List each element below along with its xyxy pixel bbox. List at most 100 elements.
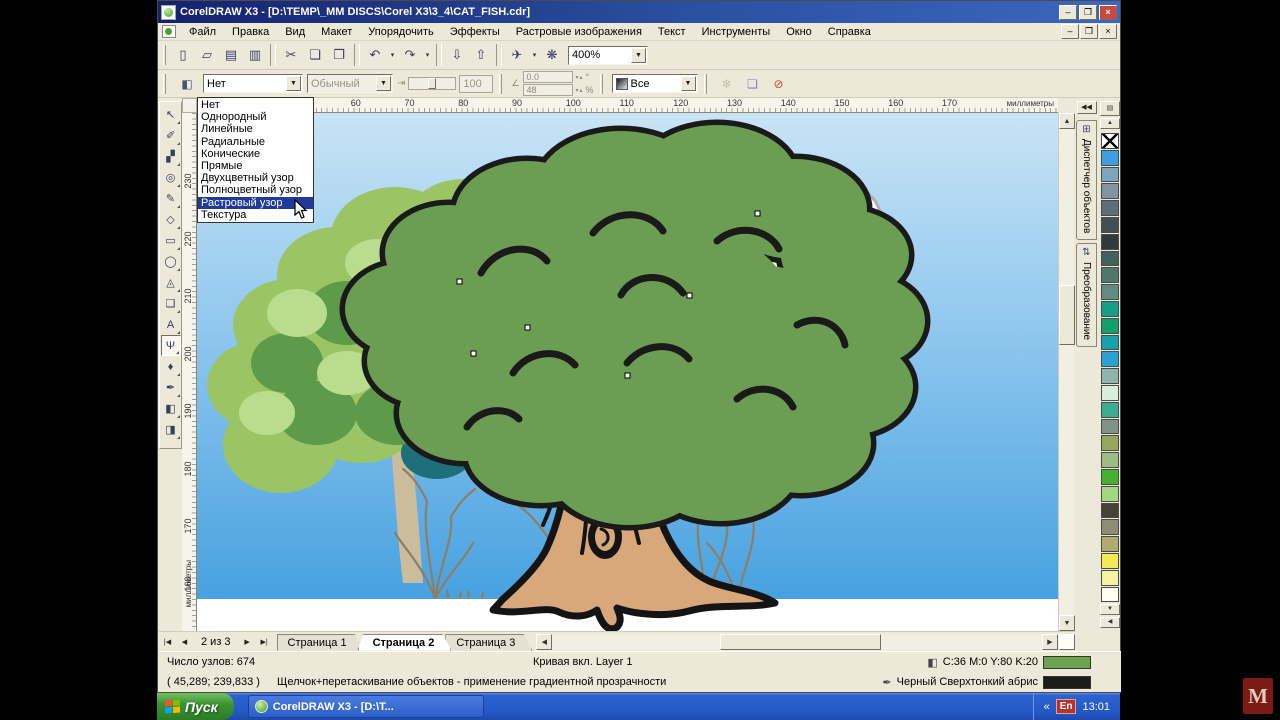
dropdown-item[interactable]: Линейные [198,123,313,135]
menu-item[interactable]: Макет [313,24,360,40]
opacity-field[interactable]: 100 [459,75,493,93]
color-swatch[interactable] [1101,419,1119,435]
restore-button[interactable]: ❐ [1079,5,1097,20]
dropdown-item[interactable]: Радиальные [198,136,313,148]
color-swatch[interactable] [1101,519,1119,535]
color-swatch[interactable] [1101,469,1119,485]
toolbox-tool[interactable]: ❑ [161,293,181,314]
dropdown-item[interactable]: Прямые [198,160,313,172]
mdi-minimize-button[interactable]: – [1061,24,1079,39]
toolbox-tool[interactable]: ✎ [161,188,181,209]
toolbar-button[interactable]: ▤ [219,44,243,67]
palette-options-icon[interactable]: ▤ [1100,101,1120,116]
color-swatch[interactable] [1101,553,1119,569]
freeze-transparency-icon[interactable]: ❄ [716,73,738,95]
close-button[interactable]: × [1099,5,1117,20]
color-swatch[interactable] [1101,301,1119,317]
toolbox-tool[interactable]: ✒ [161,377,181,398]
opacity-slider[interactable] [408,77,456,90]
palette-scroll-down-icon[interactable]: ▼ [1100,604,1120,615]
color-swatch[interactable] [1101,200,1119,216]
toolbox-tool[interactable]: ↖ [161,104,181,125]
toolbox-tool[interactable]: ♦ [161,356,181,377]
edge-pad-field[interactable]: 48 [523,84,573,96]
color-swatch[interactable] [1101,251,1119,267]
color-swatch[interactable] [1101,368,1119,384]
spinner-arrows-icon[interactable]: ▾▴ [575,74,583,81]
toolbar-button[interactable]: ↶ [363,44,387,67]
menu-item[interactable]: Вид [277,24,313,40]
toolbox-tool[interactable]: ◎ [161,167,181,188]
toolbar-button[interactable]: ❏ [303,44,327,67]
color-swatch[interactable] [1101,284,1119,300]
toolbar-button[interactable] [496,44,502,66]
toolbar-button[interactable] [436,44,442,66]
color-swatch[interactable] [1101,217,1119,233]
dropdown-item[interactable]: Полноцветный узор [198,184,313,196]
toolbar-button[interactable]: ▥ [243,44,267,67]
color-swatch[interactable] [1101,587,1119,603]
toolbox-tool[interactable]: ✐ [161,125,181,146]
copy-transparency-icon[interactable]: ❏ [742,73,764,95]
toolbar-grip[interactable] [163,45,166,65]
page-tab[interactable]: Страница 1 [277,634,364,651]
palette-scroll-up-icon[interactable]: ▲ [1100,118,1120,129]
transparency-type-combo[interactable]: Нет ▼ [203,74,303,93]
color-swatch[interactable] [1101,183,1119,199]
zoom-level-combo[interactable]: 400% ▼ [568,46,648,65]
taskbar-task-button[interactable]: CorelDRAW X3 - [D:\T... [248,695,484,718]
toolbox-tool[interactable]: ◨ [161,419,181,440]
scroll-up-icon[interactable]: ▲ [1059,113,1075,129]
toolbox-tool[interactable]: А [161,314,181,335]
color-swatch[interactable] [1101,133,1119,149]
menu-item[interactable]: Инструменты [694,24,779,40]
menu-item[interactable]: Текст [650,24,694,40]
vertical-scrollbar[interactable]: ▲ ▼ [1058,113,1074,631]
dropdown-item[interactable]: Однородный [198,111,313,123]
toolbox-tool[interactable]: Ψ [161,335,181,356]
vertical-ruler[interactable]: 230220210200190180170160 миллиметры [182,113,197,631]
docker-tab[interactable]: ⊞ Диспетчер объектов [1076,120,1097,240]
merge-mode-combo[interactable]: Обычный ▼ [307,74,393,93]
menu-item[interactable]: Правка [224,24,277,40]
apply-to-combo[interactable]: Все ▼ [612,74,698,93]
chevron-down-icon[interactable]: ▼ [681,76,696,91]
toolbar-button[interactable]: ⇧ [469,44,493,67]
last-page-icon[interactable]: ▶| [256,634,273,650]
horizontal-scrollbar[interactable]: ◀ ▶ [536,634,1075,650]
color-swatch[interactable] [1101,402,1119,418]
language-indicator[interactable]: En [1056,699,1077,714]
color-swatch[interactable] [1101,452,1119,468]
chevron-down-icon[interactable]: ▼ [286,76,301,91]
color-swatch[interactable] [1101,335,1119,351]
color-swatch[interactable] [1101,385,1119,401]
toolbar-button[interactable]: ▯ [171,44,195,67]
start-button[interactable]: Пуск [157,693,234,720]
toolbar-button[interactable]: ▾ [529,44,540,67]
menu-item[interactable]: Файл [181,24,224,40]
dropdown-item[interactable]: Конические [198,148,313,160]
docker-collapse-icon[interactable]: ◀◀ [1077,101,1097,114]
spinner-arrows-icon[interactable]: ▾▴ [575,87,583,94]
toolbar-button[interactable]: ⇩ [445,44,469,67]
toolbar-button[interactable] [270,44,276,66]
vscroll-thumb[interactable] [1059,285,1075,345]
toolbar-button[interactable]: ▱ [195,44,219,67]
menu-item[interactable]: Эффекты [442,24,508,40]
dropdown-item[interactable]: Нет [198,99,313,111]
scroll-right-icon[interactable]: ▶ [1042,634,1058,650]
menu-item[interactable]: Растровые изображения [508,24,650,40]
pan-button[interactable] [1059,634,1075,650]
color-swatch[interactable] [1101,150,1119,166]
color-swatch[interactable] [1101,536,1119,552]
hscroll-thumb[interactable] [720,634,882,650]
angle-field[interactable]: 0.0 [523,71,573,83]
color-swatch[interactable] [1101,486,1119,502]
toolbox-tool[interactable]: ◬ [161,272,181,293]
tray-collapse-icon[interactable]: « [1044,701,1050,713]
ruler-origin[interactable] [182,98,197,113]
docker-tab[interactable]: ⇅ Преобразование [1076,243,1097,347]
page-tab[interactable]: Страница 3 [445,634,532,651]
slider-thumb[interactable] [428,78,436,89]
toolbar-button[interactable]: ✂ [279,44,303,67]
